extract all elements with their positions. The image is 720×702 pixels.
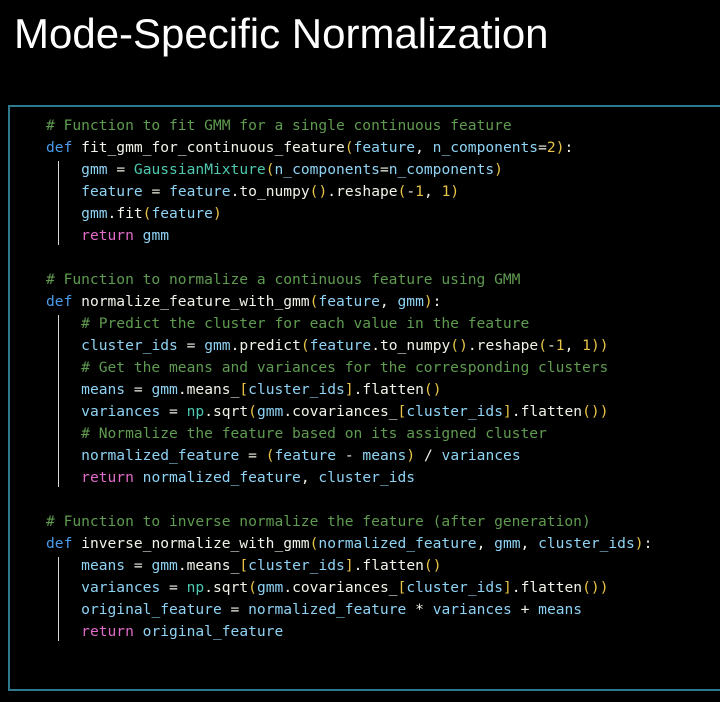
- code-line: def fit_gmm_for_continuous_feature(featu…: [46, 139, 574, 156]
- code-line: means = gmm.means_[cluster_ids].flatten(…: [81, 557, 442, 574]
- code-line: gmm.fit(feature): [81, 205, 222, 222]
- slide-root: Mode-Specific Normalization # Function t…: [0, 0, 720, 702]
- code-comment: # Function to fit GMM for a single conti…: [46, 117, 512, 134]
- code-line: def normalize_feature_with_gmm(feature, …: [46, 293, 442, 310]
- code-comment: # Get the means and variances for the co…: [46, 359, 609, 376]
- code-line: original_feature = normalized_feature * …: [81, 601, 583, 618]
- code-line: means = gmm.means_[cluster_ids].flatten(…: [81, 381, 442, 398]
- code-line: return normalized_feature, cluster_ids: [81, 469, 416, 486]
- code-line: return gmm: [81, 227, 170, 244]
- code-line: # Function to inverse normalize the feat…: [46, 511, 652, 533]
- code-line: # Normalize the feature based on its ass…: [46, 423, 652, 445]
- code-comment: # Predict the cluster for each value in …: [46, 315, 530, 332]
- code-line: variances = np.sqrt(gmm.covariances_[clu…: [81, 403, 609, 420]
- code-comment: # Normalize the feature based on its ass…: [46, 425, 547, 442]
- code-line: def inverse_normalize_with_gmm(normalize…: [46, 535, 653, 552]
- code-line: gmm = GaussianMixture(n_components=n_com…: [81, 161, 503, 178]
- page-title: Mode-Specific Normalization: [14, 10, 549, 57]
- code-line: return original_feature: [81, 623, 284, 640]
- indent-guide: [58, 161, 59, 245]
- code-line: variances = np.sqrt(gmm.covariances_[clu…: [81, 579, 609, 596]
- indent-guide: [58, 557, 59, 641]
- code-panel: # Function to fit GMM for a single conti…: [8, 105, 720, 691]
- code-line: # Function to fit GMM for a single conti…: [46, 115, 652, 137]
- code-line: normalized_feature = (feature - means) /…: [81, 447, 521, 464]
- code-comment: # Function to normalize a continuous fea…: [46, 271, 521, 288]
- code-block: # Function to fit GMM for a single conti…: [46, 115, 652, 643]
- code-line: cluster_ids = gmm.predict(feature.to_num…: [81, 337, 609, 354]
- code-line: # Function to normalize a continuous fea…: [46, 269, 652, 291]
- code-line: # Get the means and variances for the co…: [46, 357, 652, 379]
- indent-guide: [58, 315, 59, 487]
- code-line: feature = feature.to_numpy().reshape(-1,…: [81, 183, 460, 200]
- code-comment: # Function to inverse normalize the feat…: [46, 513, 591, 530]
- code-line: # Predict the cluster for each value in …: [46, 313, 652, 335]
